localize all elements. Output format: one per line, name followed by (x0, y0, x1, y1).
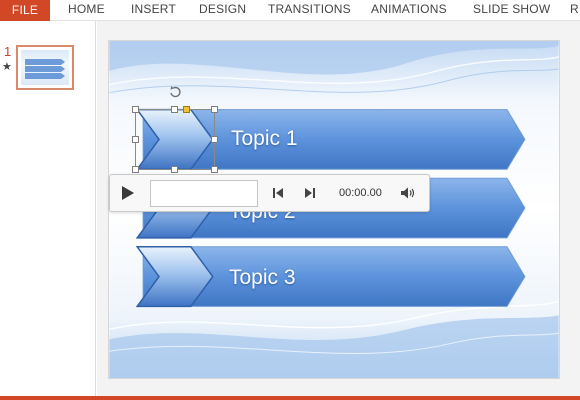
media-time-display: 00:00.00 (339, 187, 382, 199)
topic-3-label: Topic 3 (229, 266, 296, 289)
resize-handle-bottom-left[interactable] (132, 166, 139, 173)
resize-handle-top[interactable] (171, 106, 178, 113)
tab-review-cut[interactable]: R (570, 2, 579, 16)
resize-handle-top-left[interactable] (132, 106, 139, 113)
topic-arrow-3[interactable] (135, 246, 526, 308)
slide-thumbnail-preview (21, 50, 69, 85)
resize-handle-right[interactable] (211, 136, 218, 143)
tab-animations[interactable]: ANIMATIONS (371, 2, 447, 16)
topic-1-label: Topic 1 (231, 127, 298, 150)
tab-home[interactable]: HOME (68, 2, 105, 16)
slide-number: 1 (4, 44, 12, 59)
resize-handle-left[interactable] (132, 136, 139, 143)
resize-handle-bottom[interactable] (171, 166, 178, 173)
rotate-handle-icon[interactable] (168, 85, 182, 99)
tab-file[interactable]: FILE (0, 0, 50, 21)
media-timeline[interactable] (150, 180, 258, 207)
media-control-bar: 00:00.00 (109, 174, 430, 212)
slide-thumbnail[interactable] (16, 45, 74, 90)
skip-forward-icon[interactable] (304, 187, 316, 199)
resize-handle-bottom-right[interactable] (211, 166, 218, 173)
tab-design[interactable]: DESIGN (199, 2, 246, 16)
tab-slide-show[interactable]: SLIDE SHOW (473, 2, 550, 16)
status-bar-strip (0, 396, 580, 400)
tab-insert[interactable]: INSERT (131, 2, 176, 16)
resize-handle-top-right[interactable] (211, 106, 218, 113)
volume-icon[interactable] (400, 186, 416, 200)
animation-star-icon: ★ (2, 61, 12, 73)
play-icon[interactable] (121, 185, 135, 201)
tab-transitions[interactable]: TRANSITIONS (268, 2, 351, 16)
selection-box (135, 109, 215, 170)
ribbon-tab-bar: FILE HOME INSERT DESIGN TRANSITIONS ANIM… (0, 0, 580, 21)
thumbnail-arrows-graphic (25, 59, 65, 79)
skip-back-icon[interactable] (272, 187, 284, 199)
adjustment-handle[interactable] (183, 106, 190, 113)
